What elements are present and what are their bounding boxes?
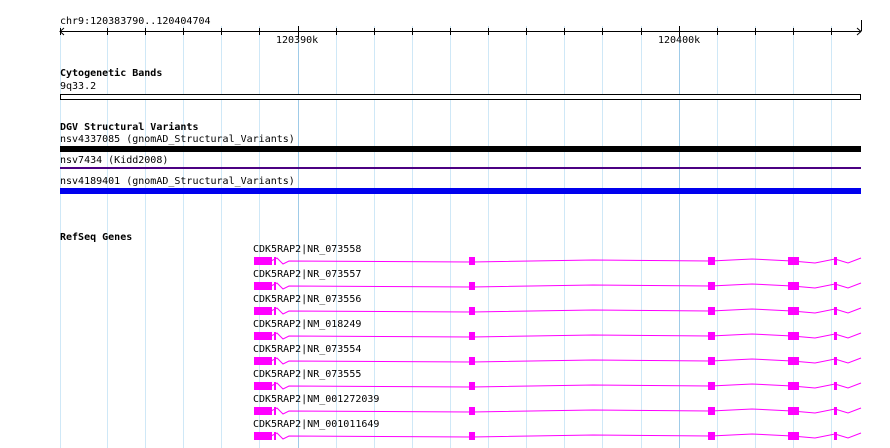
exon-block [274,382,276,390]
variant-bar[interactable] [60,167,861,169]
intron-line [254,282,862,290]
transcript-model[interactable] [254,407,862,415]
exon-block [469,257,475,265]
exon-block [254,257,272,265]
exon-block [788,332,799,340]
exon-block [469,282,475,290]
cytoband-bar[interactable] [60,94,861,100]
exon-block [834,357,837,365]
exon-block [708,257,715,265]
intron-line [254,257,862,265]
ruler-tick-label: 120390k [276,35,319,46]
transcript-model[interactable] [254,432,862,440]
transcript-label[interactable]: CDK5RAP2|NM_001011649 [253,419,379,430]
refseq-track-title: RefSeq Genes [60,232,133,243]
exon-block [834,282,837,290]
exon-block [274,282,276,290]
intron-line [254,332,862,340]
exon-block [834,382,837,390]
exon-block [254,307,272,315]
exon-block [469,407,475,415]
intron-line [254,307,862,315]
exon-block [254,357,272,365]
variant-label[interactable]: nsv4337085 (gnomAD_Structural_Variants) [60,134,295,145]
exon-block [834,407,837,415]
intron-line [254,382,862,390]
transcript-model[interactable] [254,257,862,265]
location-label: chr9:120383790..120404704 [60,16,211,27]
intron-line [254,432,862,440]
genome-browser-view: chr9:120383790..120404704 120390k 120400… [0,0,890,448]
transcript-model[interactable] [254,357,862,365]
exon-block [708,282,715,290]
exon-block [788,407,799,415]
exon-block [788,307,799,315]
transcript-model[interactable] [254,282,862,290]
transcript-label[interactable]: CDK5RAP2|NM_018249 [253,319,361,330]
variant-bar[interactable] [60,188,861,194]
variant-bar[interactable] [60,146,861,152]
transcript-model[interactable] [254,382,862,390]
variant-label[interactable]: nsv4189401 (gnomAD_Structural_Variants) [60,176,295,187]
exon-block [274,357,276,365]
intron-line [254,357,862,365]
exon-block [834,332,837,340]
exon-block [274,332,276,340]
transcript-label[interactable]: CDK5RAP2|NR_073554 [253,344,361,355]
transcript-label[interactable]: CDK5RAP2|NR_073555 [253,369,361,380]
exon-block [469,357,475,365]
transcript-label[interactable]: CDK5RAP2|NR_073556 [253,294,361,305]
exon-block [834,257,837,265]
exon-block [274,257,276,265]
exon-block [274,432,276,440]
intron-line [254,407,862,415]
exon-block [788,357,799,365]
exon-block [469,332,475,340]
cytoband-track-title: Cytogenetic Bands [60,68,163,79]
exon-block [788,282,799,290]
exon-block [274,407,276,415]
exon-block [708,382,715,390]
exon-block [254,432,272,440]
exon-block [708,357,715,365]
exon-block [469,382,475,390]
dgv-track-title: DGV Structural Variants [60,122,199,133]
exon-block [708,407,715,415]
transcript-label[interactable]: CDK5RAP2|NR_073558 [253,244,361,255]
exon-block [254,407,272,415]
exon-block [254,332,272,340]
transcript-label[interactable]: CDK5RAP2|NM_001272039 [253,394,379,405]
exon-block [254,382,272,390]
exon-block [254,282,272,290]
exon-block [834,307,837,315]
exon-block [708,332,715,340]
exon-block [469,307,475,315]
exon-block [834,432,837,440]
exon-block [788,432,799,440]
cytoband-track [60,94,861,100]
transcript-model[interactable] [254,307,862,315]
variant-label[interactable]: nsv7434 (Kidd2008) [60,155,168,166]
transcript-model[interactable] [254,332,862,340]
exon-block [469,432,475,440]
exon-block [708,307,715,315]
ruler-tick-label: 120400k [658,35,701,46]
cytoband-label[interactable]: 9q33.2 [60,81,96,92]
exon-block [788,382,799,390]
transcript-label[interactable]: CDK5RAP2|NR_073557 [253,269,361,280]
exon-block [708,432,715,440]
exon-block [274,307,276,315]
exon-block [788,257,799,265]
